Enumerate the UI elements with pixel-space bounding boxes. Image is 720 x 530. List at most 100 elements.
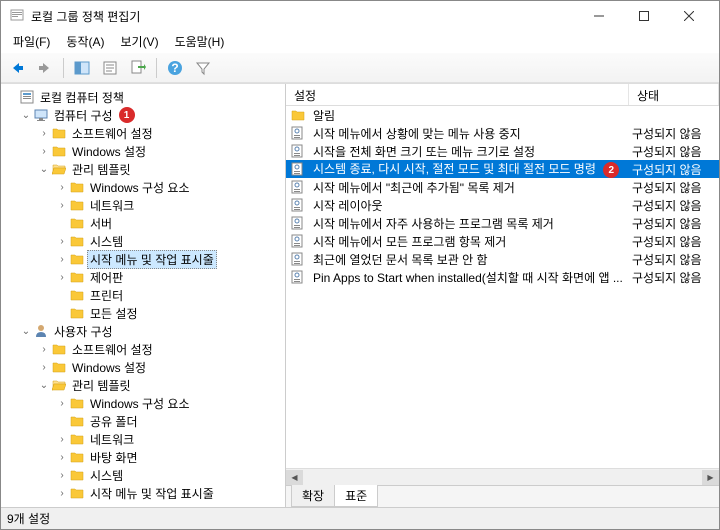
- tree-toggle[interactable]: ›: [55, 488, 69, 499]
- list-body[interactable]: 알림시작 메뉴에서 상황에 맞는 메뉴 사용 중지구성되지 않음시작을 전체 화…: [286, 106, 719, 468]
- tree-label: 관리 템플릿: [70, 161, 133, 178]
- tree-toggle[interactable]: ›: [55, 236, 69, 247]
- tree-item[interactable]: ›Windows 구성 요소: [1, 394, 285, 412]
- tree-item[interactable]: ›공유 폴더: [1, 412, 285, 430]
- list-row[interactable]: Pin Apps to Start when installed(설치할 때 시…: [286, 268, 719, 286]
- folder-icon: [69, 449, 85, 465]
- tree-toggle[interactable]: ›: [37, 362, 51, 373]
- tree-item[interactable]: ›네트워크: [1, 430, 285, 448]
- tree-toggle[interactable]: ›: [55, 254, 69, 265]
- menu-file[interactable]: 파일(F): [5, 31, 58, 52]
- policy-icon: [19, 89, 35, 105]
- tree-item[interactable]: ›프린터: [1, 286, 285, 304]
- scroll-track[interactable]: [303, 470, 702, 485]
- setting-icon: [291, 179, 307, 195]
- column-header-name[interactable]: 설정: [286, 84, 629, 105]
- folder-icon: [51, 143, 67, 159]
- list-row[interactable]: 알림: [286, 106, 719, 124]
- tree-toggle[interactable]: ›: [55, 398, 69, 409]
- props-button[interactable]: [98, 56, 122, 80]
- scroll-right-button[interactable]: ▶: [702, 470, 719, 485]
- list-row[interactable]: 시스템 종료, 다시 시작, 절전 모드 및 최대 절전 모드 명령 2구성되지…: [286, 160, 719, 178]
- tree-start-menu[interactable]: ›시작 메뉴 및 작업 표시줄: [1, 250, 285, 268]
- tree-user-config[interactable]: ⌄사용자 구성: [1, 322, 285, 340]
- tree-computer-config[interactable]: ⌄ 컴퓨터 구성 1: [1, 106, 285, 124]
- forward-button[interactable]: [33, 56, 57, 80]
- tree-item[interactable]: ›서버: [1, 214, 285, 232]
- folder-icon: [69, 431, 85, 447]
- tree-item[interactable]: ›Windows 설정: [1, 142, 285, 160]
- list-row[interactable]: 시작 메뉴에서 "최근에 추가됨" 목록 제거구성되지 않음: [286, 178, 719, 196]
- tree-pane[interactable]: ▶ 로컬 컴퓨터 정책 ⌄ 컴퓨터 구성 1 › 소프트웨어 설정 ›Window…: [1, 84, 286, 507]
- minimize-button[interactable]: [576, 2, 621, 30]
- folder-icon: [69, 179, 85, 195]
- help-button[interactable]: ?: [163, 56, 187, 80]
- close-button[interactable]: [666, 2, 711, 30]
- list-row[interactable]: 시작 메뉴에서 모든 프로그램 항목 제거구성되지 않음: [286, 232, 719, 250]
- horizontal-scrollbar[interactable]: ◀ ▶: [286, 468, 719, 485]
- tree-item[interactable]: ›모든 설정: [1, 304, 285, 322]
- tree-item[interactable]: › 시작 메뉴 및 작업 표시줄: [1, 484, 285, 502]
- list-row[interactable]: 시작 레이아웃구성되지 않음: [286, 196, 719, 214]
- folder-icon: [69, 413, 85, 429]
- setting-name: 시작 메뉴에서 "최근에 추가됨" 목록 제거: [310, 179, 629, 196]
- maximize-button[interactable]: [621, 2, 666, 30]
- folder-icon: [291, 107, 307, 123]
- list-row[interactable]: 시작 메뉴에서 상황에 맞는 메뉴 사용 중지구성되지 않음: [286, 124, 719, 142]
- tree-item[interactable]: › 소프트웨어 설정: [1, 124, 285, 142]
- tree-item[interactable]: ›Windows 설정: [1, 358, 285, 376]
- menu-view[interactable]: 보기(V): [112, 31, 166, 52]
- tree-root[interactable]: ▶ 로컬 컴퓨터 정책: [1, 88, 285, 106]
- tree-item[interactable]: › 바탕 화면: [1, 448, 285, 466]
- folder-icon: [69, 251, 85, 267]
- tree-item[interactable]: ›소프트웨어 설정: [1, 340, 285, 358]
- tree-item[interactable]: ›Windows 구성 요소: [1, 178, 285, 196]
- tree-toggle[interactable]: ›: [37, 344, 51, 355]
- tree-toggle[interactable]: ›: [55, 182, 69, 193]
- folder-icon: [69, 485, 85, 501]
- folder-icon: [69, 215, 85, 231]
- folder-icon: [69, 287, 85, 303]
- tree-label: 소프트웨어 설정: [70, 125, 155, 142]
- tree-toggle[interactable]: ›: [55, 272, 69, 283]
- tree-toggle[interactable]: ⌄: [19, 326, 33, 337]
- tree-toggle[interactable]: ›: [37, 146, 51, 157]
- tab-standard[interactable]: 표준: [334, 485, 378, 507]
- tree-label: 바탕 화면: [88, 449, 140, 466]
- menu-help[interactable]: 도움말(H): [167, 31, 233, 52]
- setting-name: 시스템 종료, 다시 시작, 절전 모드 및 최대 절전 모드 명령 2: [310, 160, 629, 179]
- tree-toggle[interactable]: ›: [37, 128, 51, 139]
- tree-label: 제어판: [88, 269, 125, 286]
- tree-item[interactable]: ⌄관리 템플릿: [1, 376, 285, 394]
- show-hide-button[interactable]: [70, 56, 94, 80]
- tree-item[interactable]: ›시스템: [1, 466, 285, 484]
- details-pane: 설정 상태 알림시작 메뉴에서 상황에 맞는 메뉴 사용 중지구성되지 않음시작…: [286, 84, 719, 507]
- column-header-state[interactable]: 상태: [629, 84, 719, 105]
- menu-action[interactable]: 동작(A): [58, 31, 112, 52]
- back-button[interactable]: [5, 56, 29, 80]
- setting-name: 시작 레이아웃: [310, 197, 629, 214]
- export-button[interactable]: [126, 56, 150, 80]
- tree-toggle[interactable]: ⌄: [37, 164, 51, 175]
- tree-toggle[interactable]: ›: [55, 470, 69, 481]
- tab-extended[interactable]: 확장: [291, 485, 335, 507]
- list-row[interactable]: 시작을 전체 화면 크기 또는 메뉴 크기로 설정구성되지 않음: [286, 142, 719, 160]
- setting-state: 구성되지 않음: [629, 233, 719, 250]
- list-row[interactable]: 시작 메뉴에서 자주 사용하는 프로그램 목록 제거구성되지 않음: [286, 214, 719, 232]
- tabs: 확장 표준: [286, 485, 719, 507]
- tree-toggle[interactable]: ⌄: [37, 380, 51, 391]
- tree-item[interactable]: ›시스템: [1, 232, 285, 250]
- list-row[interactable]: 최근에 열었던 문서 목록 보관 안 함구성되지 않음: [286, 250, 719, 268]
- tree-toggle[interactable]: ›: [55, 200, 69, 211]
- scroll-left-button[interactable]: ◀: [286, 470, 303, 485]
- tree-item[interactable]: › 제어판: [1, 268, 285, 286]
- tree-toggle[interactable]: ›: [55, 434, 69, 445]
- tree-admin-templates[interactable]: ⌄ 관리 템플릿: [1, 160, 285, 178]
- tree-item[interactable]: ›네트워크: [1, 196, 285, 214]
- setting-state: 구성되지 않음: [629, 161, 719, 178]
- folder-open-icon: [51, 161, 67, 177]
- tree-toggle[interactable]: ›: [55, 452, 69, 463]
- tree-label: 시작 메뉴 및 작업 표시줄: [88, 485, 216, 502]
- filter-button[interactable]: [191, 56, 215, 80]
- tree-toggle[interactable]: ⌄: [19, 110, 33, 121]
